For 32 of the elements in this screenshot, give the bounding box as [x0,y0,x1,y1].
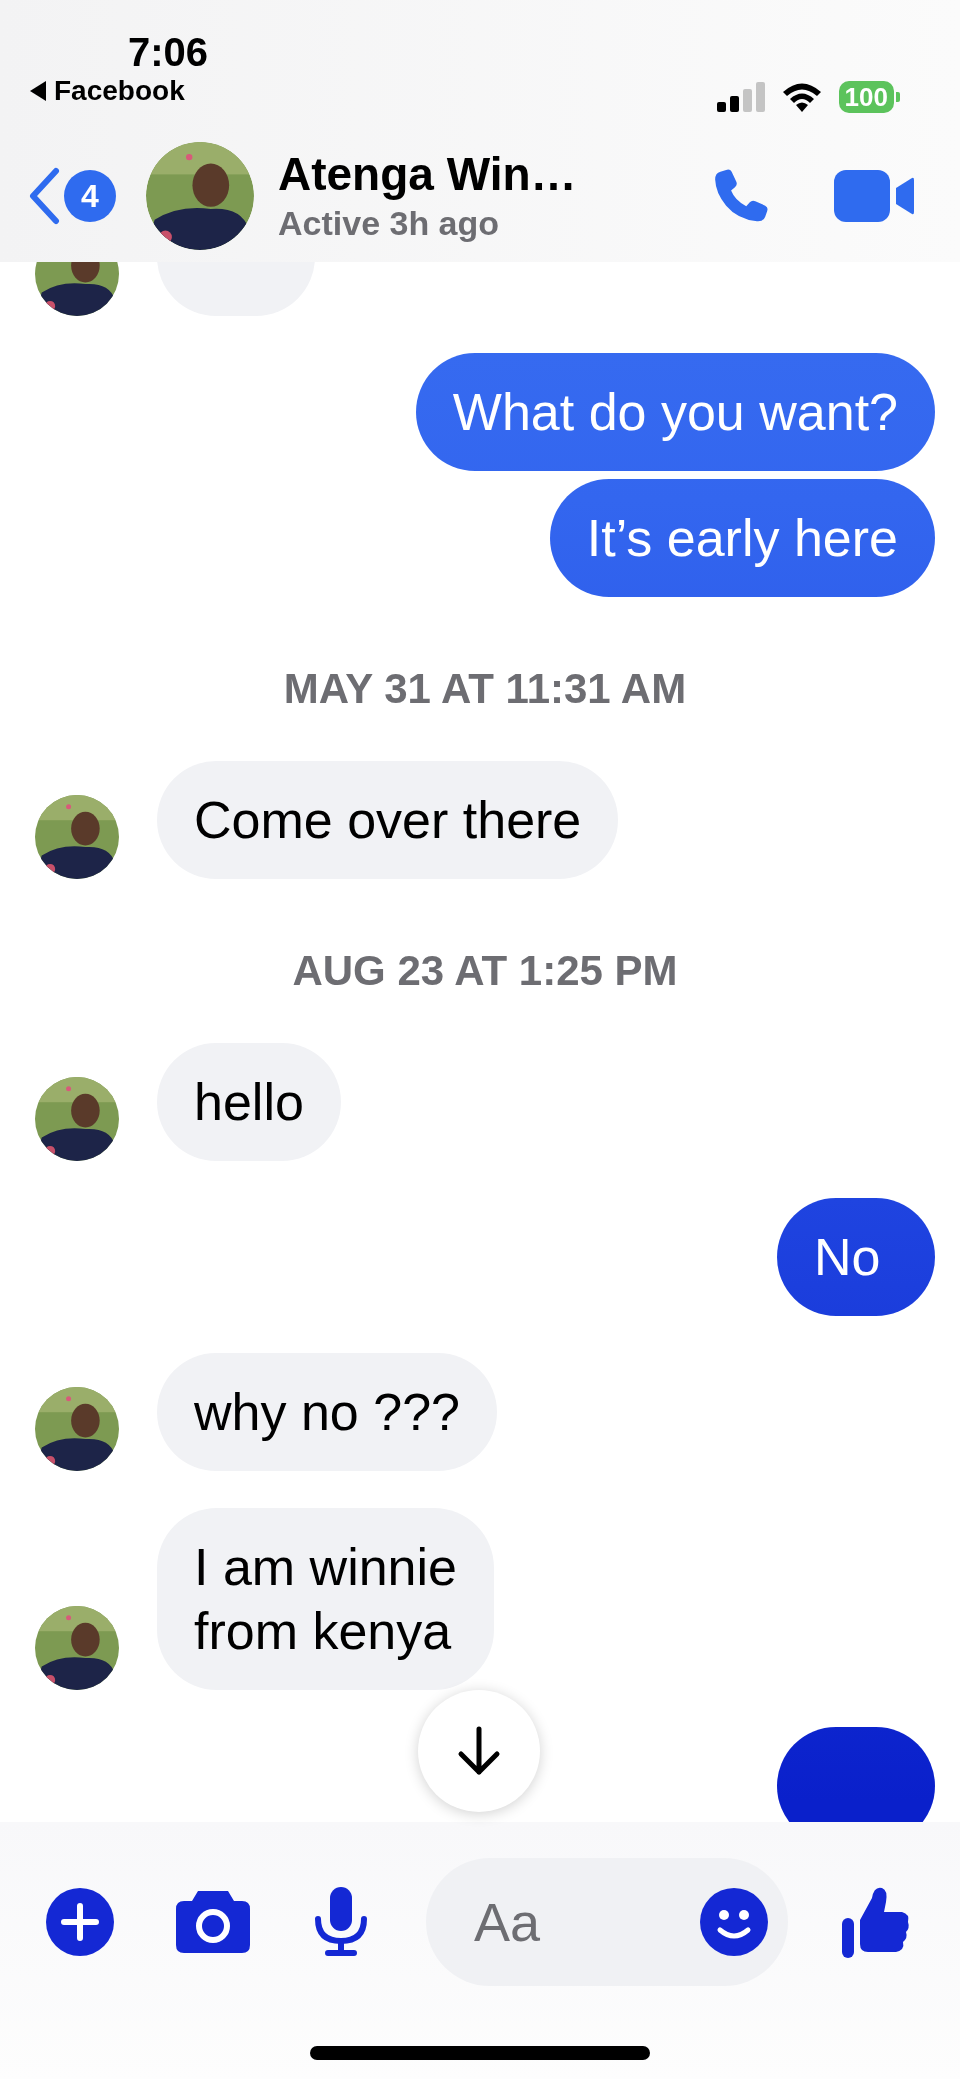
add-button[interactable] [46,1888,114,1956]
timestamp: AUG 23 AT 1:25 PM [292,947,678,995]
like-button[interactable] [842,1886,910,1958]
back-button[interactable]: 4 [28,167,116,225]
video-call-button[interactable] [834,170,914,222]
battery-indicator: 100 [838,81,900,113]
microphone-icon [314,1887,368,1957]
contact-name[interactable]: Atenga Win… [278,147,708,201]
chevron-left-icon [28,167,60,225]
video-camera-icon [834,170,914,222]
status-time: 7:06 [128,30,209,74]
message-bubble: hello [157,1043,341,1161]
plus-icon [46,1888,114,1956]
message-bubble: I am winnie from kenya [157,1508,494,1690]
message-bubble: why no ??? [157,1353,497,1471]
unread-badge: 4 [64,170,116,222]
active-status: Active 3h ago [278,203,501,244]
signal-icon [716,82,765,112]
microphone-button[interactable] [314,1887,368,1957]
message-bubble: Come over there [157,761,619,879]
arrow-down-icon [457,1726,501,1776]
back-triangle-icon [30,81,46,101]
back-to-app-link[interactable]: Facebook [30,74,185,108]
message-input-field[interactable]: Aa [474,1891,644,1953]
smiley-icon[interactable] [700,1888,768,1956]
camera-icon [176,1891,250,1953]
timestamp: MAY 31 AT 11:31 AM [283,665,687,713]
thumbs-up-icon [842,1886,910,1958]
message-bubble: It’s early here [549,479,935,597]
camera-button[interactable] [176,1891,250,1953]
message-bubble: What do you want? [415,353,935,471]
message-bubble: No [777,1198,935,1316]
